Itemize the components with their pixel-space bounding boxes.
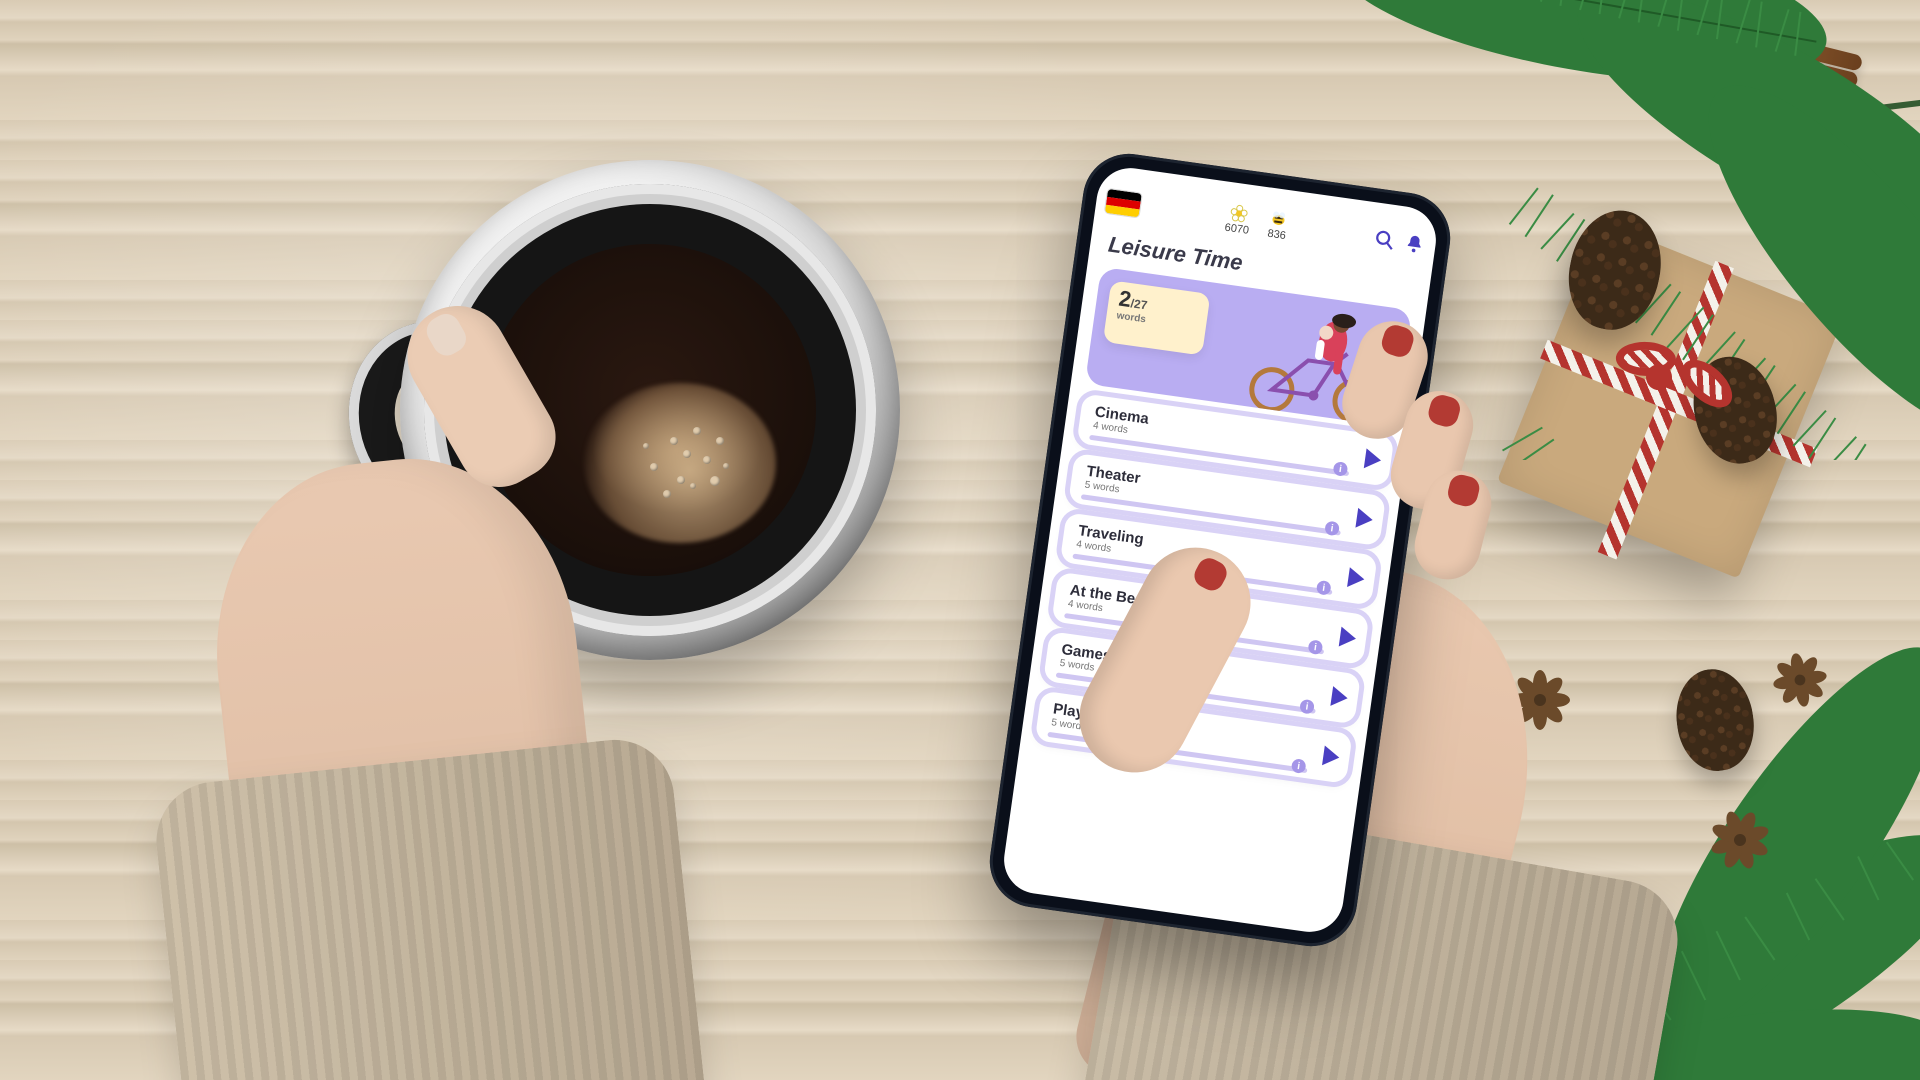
cinnamon-sticks [1597, 0, 1864, 115]
pine-cone [1670, 664, 1760, 776]
scene-photo-background: 6070 836 [0, 0, 1920, 1080]
flower-points-value: 6070 [1224, 222, 1250, 237]
left-sweater-sleeve [151, 734, 710, 1080]
bee-points[interactable]: 836 [1266, 208, 1290, 242]
play-icon[interactable] [1330, 686, 1349, 708]
flower-points[interactable]: 6070 [1224, 202, 1253, 237]
play-icon[interactable] [1364, 448, 1383, 470]
progress-card: 2/27 words [1103, 280, 1211, 355]
star-anise [1769, 649, 1832, 712]
progress-total: 27 [1133, 297, 1148, 313]
play-icon[interactable] [1322, 745, 1341, 767]
bee-icon [1268, 208, 1291, 231]
play-icon[interactable] [1355, 508, 1374, 530]
language-flag-german[interactable] [1105, 189, 1142, 217]
progress-unit: words [1116, 310, 1197, 332]
play-icon[interactable] [1339, 627, 1358, 649]
play-icon[interactable] [1347, 567, 1366, 589]
bell-icon[interactable] [1402, 232, 1427, 257]
flower-icon [1228, 202, 1251, 225]
star-anise [1700, 800, 1780, 880]
search-icon[interactable] [1372, 227, 1397, 252]
bee-points-value: 836 [1267, 228, 1287, 242]
